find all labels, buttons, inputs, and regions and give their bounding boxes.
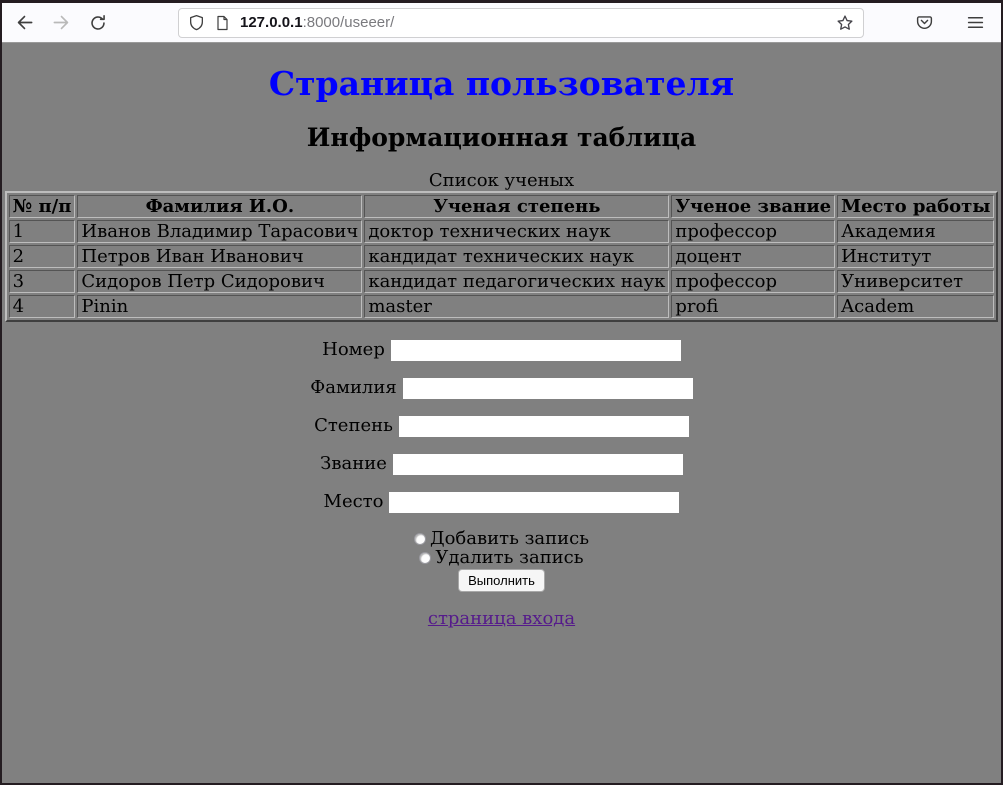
table-row: 2 Петров Иван Иванович кандидат техничес… xyxy=(9,245,995,268)
delete-record-option[interactable]: Удалить запись xyxy=(2,548,1001,567)
back-button[interactable] xyxy=(10,9,38,37)
surname-input[interactable] xyxy=(403,378,693,399)
url-path: :8000/useeer/ xyxy=(303,14,395,31)
cell-degree: кандидат технических наук xyxy=(364,245,669,268)
reload-button[interactable] xyxy=(84,9,112,37)
cell-workplace: Университет xyxy=(837,270,994,293)
degree-input[interactable] xyxy=(399,416,689,437)
rank-label: Звание xyxy=(320,453,387,474)
header-degree: Ученая степень xyxy=(364,195,669,218)
add-record-radio[interactable] xyxy=(414,533,426,545)
delete-record-radio[interactable] xyxy=(419,552,431,564)
cell-workplace: Academ xyxy=(837,295,994,318)
form-row-rank: Звание xyxy=(2,453,1001,474)
cell-rank: доцент xyxy=(671,245,835,268)
url-host: 127.0.0.1 xyxy=(240,14,303,31)
star-icon xyxy=(836,14,854,32)
form-row-degree: Степень xyxy=(2,415,1001,436)
scientists-table: № п/п Фамилия И.О. Ученая степень Ученое… xyxy=(5,191,999,322)
toolbar-right-icons xyxy=(910,9,993,37)
page-title: Страница пользователя xyxy=(2,64,1001,103)
url-text[interactable]: 127.0.0.1:8000/useeer/ xyxy=(240,14,394,31)
cell-degree: кандидат педагогических наук xyxy=(364,270,669,293)
delete-record-label: Удалить запись xyxy=(435,547,583,568)
table-caption: Список ученых xyxy=(2,170,1001,191)
page-info-icon[interactable] xyxy=(215,15,230,31)
cell-surname: Петров Иван Иванович xyxy=(77,245,362,268)
login-page-link[interactable]: страница входа xyxy=(428,608,575,629)
browser-window: 127.0.0.1:8000/useeer/ Страница пользова… xyxy=(0,0,1003,785)
back-arrow-icon xyxy=(15,13,34,32)
cell-number: 2 xyxy=(9,245,76,268)
forward-button[interactable] xyxy=(47,9,75,37)
reload-icon xyxy=(89,14,107,32)
form-row-surname: Фамилия xyxy=(2,377,1001,398)
add-record-option[interactable]: Добавить запись xyxy=(2,529,1001,548)
page-content: Страница пользователя Информационная таб… xyxy=(2,43,1001,783)
cell-surname: Иванов Владимир Тарасович xyxy=(77,220,362,243)
pocket-button[interactable] xyxy=(910,9,938,37)
page-subtitle: Информационная таблица xyxy=(2,123,1001,152)
cell-degree: доктор технических наук xyxy=(364,220,669,243)
forward-arrow-icon xyxy=(52,13,71,32)
rank-input[interactable] xyxy=(393,454,683,475)
table-row: 3 Сидоров Петр Сидорович кандидат педаго… xyxy=(9,270,995,293)
menu-button[interactable] xyxy=(961,9,989,37)
cell-rank: профессор xyxy=(671,270,835,293)
number-input[interactable] xyxy=(391,340,681,361)
cell-degree: master xyxy=(364,295,669,318)
record-form: Номер Фамилия Степень Звание Место Добав… xyxy=(2,339,1001,629)
cell-number: 1 xyxy=(9,220,76,243)
workplace-label: Место xyxy=(324,491,384,512)
cell-rank: profi xyxy=(671,295,835,318)
header-surname: Фамилия И.О. xyxy=(77,195,362,218)
table-row: 4 Pinin master profi Academ xyxy=(9,295,995,318)
form-row-number: Номер xyxy=(2,339,1001,360)
cell-rank: профессор xyxy=(671,220,835,243)
surname-label: Фамилия xyxy=(310,377,396,398)
add-record-label: Добавить запись xyxy=(430,528,589,549)
header-workplace: Место работы xyxy=(837,195,994,218)
pocket-icon xyxy=(915,13,934,32)
header-rank: Ученое звание xyxy=(671,195,835,218)
workplace-input[interactable] xyxy=(389,492,679,513)
cell-workplace: Институт xyxy=(837,245,994,268)
execute-button[interactable]: Выполнить xyxy=(458,569,545,592)
cell-number: 4 xyxy=(9,295,76,318)
cell-surname: Pinin xyxy=(77,295,362,318)
form-row-workplace: Место xyxy=(2,491,1001,512)
table-header-row: № п/п Фамилия И.О. Ученая степень Ученое… xyxy=(9,195,995,218)
footer-link-line: страница входа xyxy=(2,608,1001,629)
shield-icon[interactable] xyxy=(188,14,205,31)
hamburger-menu-icon xyxy=(966,13,985,32)
action-radio-group: Добавить запись Удалить запись Выполнить xyxy=(2,529,1001,591)
browser-toolbar: 127.0.0.1:8000/useeer/ xyxy=(2,3,1001,43)
cell-workplace: Академия xyxy=(837,220,994,243)
url-bar[interactable]: 127.0.0.1:8000/useeer/ xyxy=(178,8,864,38)
cell-surname: Сидоров Петр Сидорович xyxy=(77,270,362,293)
submit-line: Выполнить xyxy=(2,569,1001,591)
header-number: № п/п xyxy=(9,195,76,218)
degree-label: Степень xyxy=(314,415,393,436)
table-row: 1 Иванов Владимир Тарасович доктор техни… xyxy=(9,220,995,243)
number-label: Номер xyxy=(322,339,385,360)
bookmark-star-button[interactable] xyxy=(836,14,854,32)
cell-number: 3 xyxy=(9,270,76,293)
